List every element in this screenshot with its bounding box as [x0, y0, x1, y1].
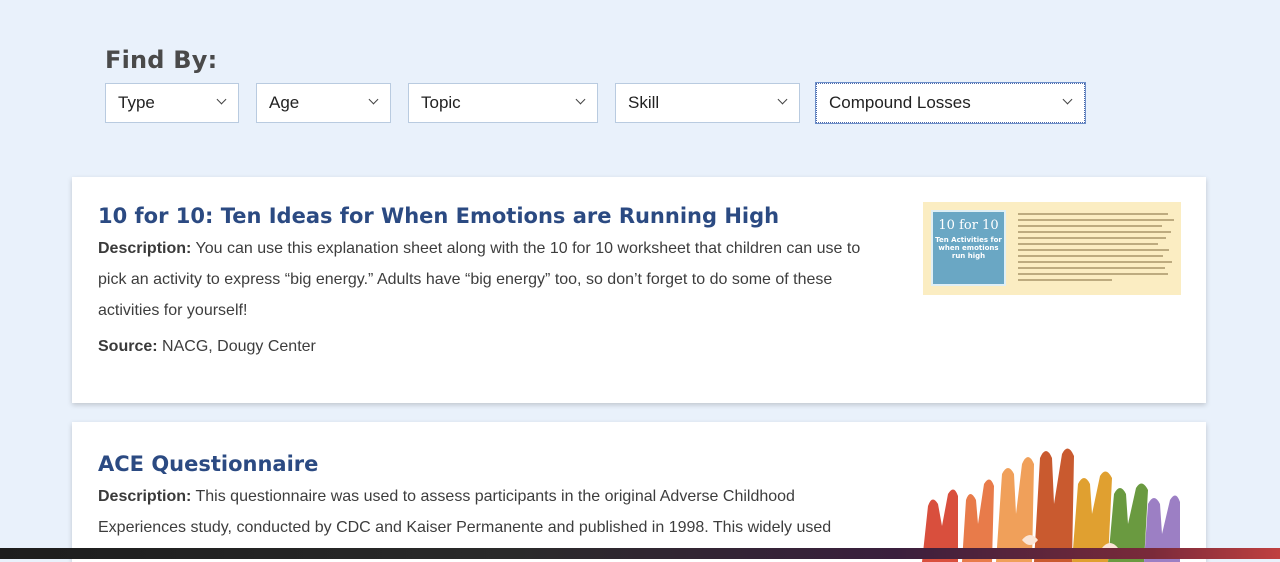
type-select[interactable]: Type — [105, 83, 239, 123]
chevron-down-icon — [577, 99, 585, 107]
chevron-down-icon — [779, 99, 787, 107]
topic-select-value: Topic — [421, 93, 461, 112]
resource-content: ACE Questionnaire Description: This ques… — [98, 452, 878, 543]
description-label: Description: — [98, 240, 192, 257]
thumbnail-text-lines — [1018, 213, 1174, 285]
description-text: You can use this explanation sheet along… — [98, 240, 861, 319]
skill-select-value: Skill — [628, 93, 660, 112]
compound-losses-select[interactable]: Compound Losses — [815, 82, 1086, 124]
bottom-edge-strip — [0, 548, 1280, 559]
resource-description: Description: You can use this explanatio… — [98, 233, 878, 326]
type-select-value: Type — [118, 93, 155, 112]
chevron-down-icon — [370, 99, 378, 107]
description-text: This questionnaire was used to assess pa… — [98, 488, 832, 536]
thumbnail-subheading: Ten Activities for when emotions run hig… — [935, 236, 1002, 260]
resource-title[interactable]: 10 for 10: Ten Ideas for When Emotions a… — [98, 204, 878, 228]
filter-heading: Find By: — [105, 46, 218, 74]
source-label: Source: — [98, 338, 158, 355]
thumbnail-heading: 10 for 10 — [938, 218, 999, 233]
raised-hands-illustration[interactable] — [922, 444, 1182, 562]
resource-card: 10 for 10: Ten Ideas for When Emotions a… — [72, 177, 1206, 403]
compound-losses-select-value: Compound Losses — [829, 93, 971, 112]
resource-source: Source: NACG, Dougy Center — [98, 331, 878, 362]
source-text: NACG, Dougy Center — [162, 338, 316, 355]
age-select-value: Age — [269, 93, 300, 112]
resource-card: ACE Questionnaire Description: This ques… — [72, 422, 1206, 562]
hands-graphic — [922, 448, 1180, 562]
resource-title[interactable]: ACE Questionnaire — [98, 452, 878, 476]
topic-select[interactable]: Topic — [408, 83, 598, 123]
resource-thumbnail[interactable]: 10 for 10 Ten Activities for when emotio… — [923, 202, 1181, 295]
skill-select[interactable]: Skill — [615, 83, 800, 123]
filter-panel: Find By: — [105, 46, 217, 74]
chevron-down-icon — [218, 99, 226, 107]
age-select[interactable]: Age — [256, 83, 391, 123]
thumbnail-title-box: 10 for 10 Ten Activities for when emotio… — [931, 210, 1006, 286]
resource-description: Description: This questionnaire was used… — [98, 481, 878, 543]
description-label: Description: — [98, 488, 192, 505]
chevron-down-icon — [1064, 99, 1072, 107]
resource-content: 10 for 10: Ten Ideas for When Emotions a… — [98, 204, 878, 362]
